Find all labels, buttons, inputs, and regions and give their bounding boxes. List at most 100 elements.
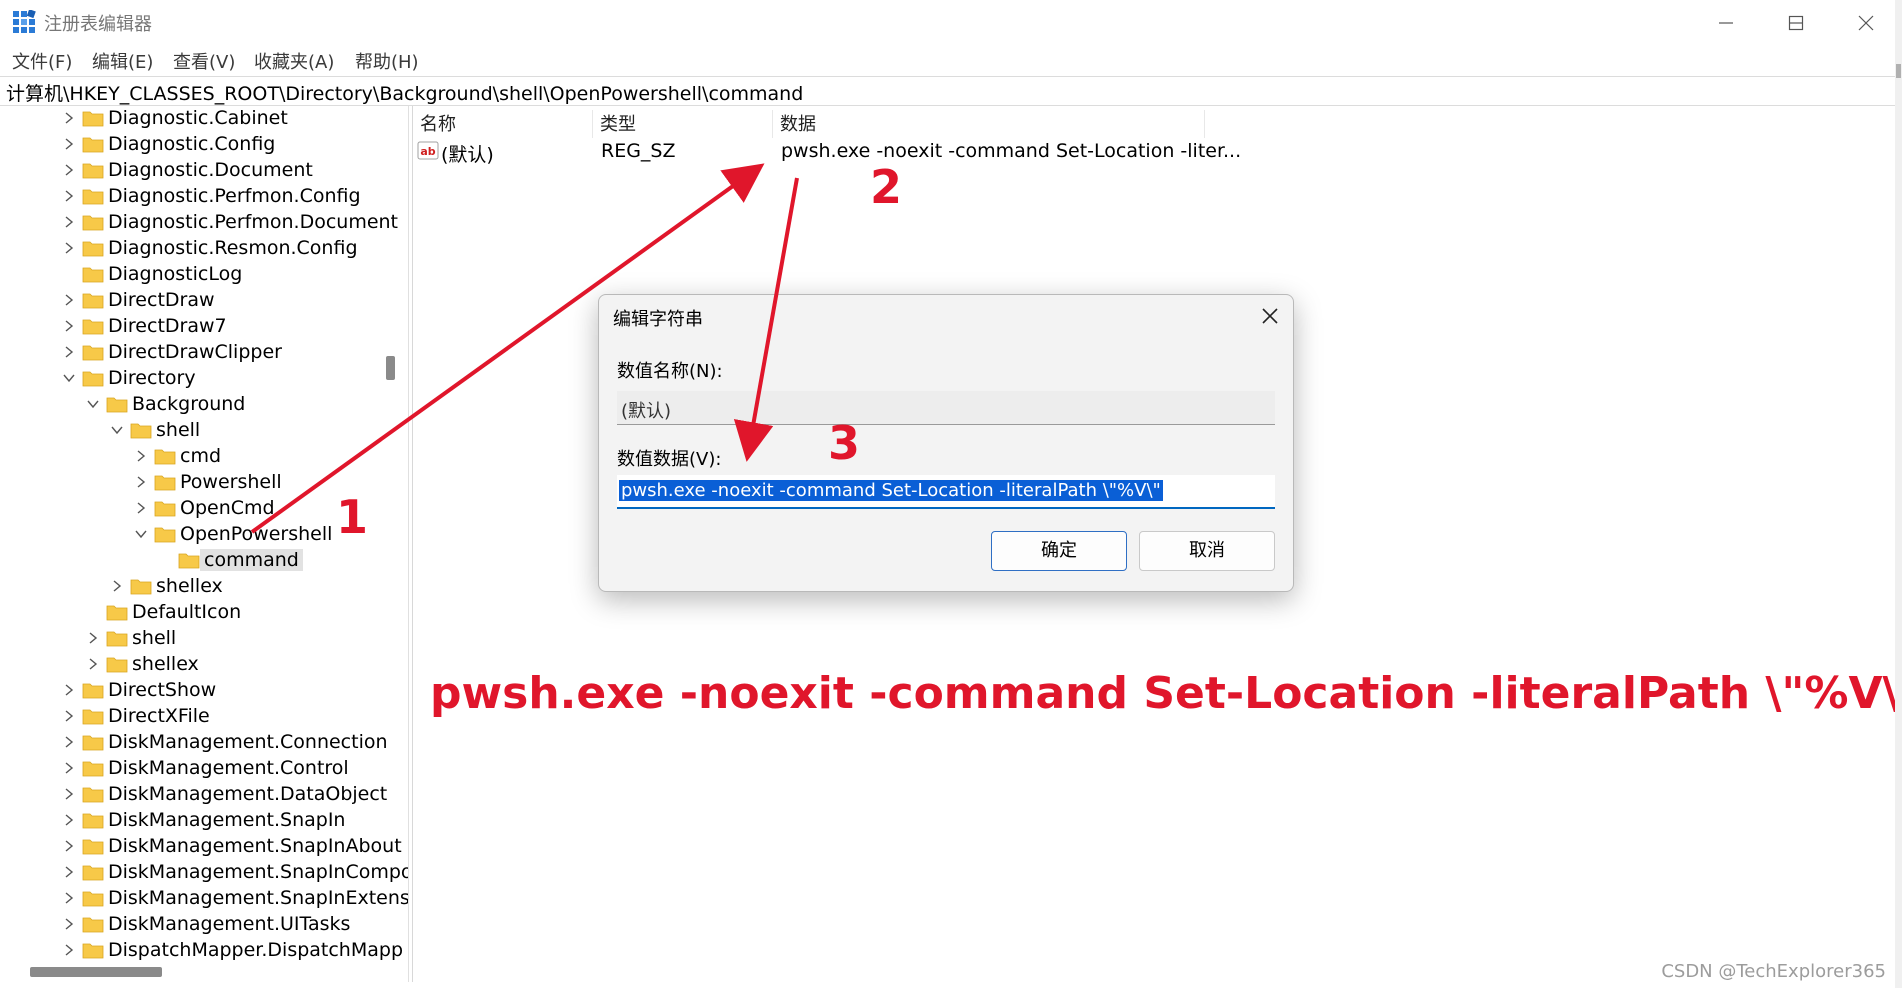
- tree-item-label[interactable]: DirectDraw7: [108, 315, 227, 337]
- chevron-right-icon[interactable]: [62, 345, 76, 359]
- tree-item[interactable]: DiskManagement.Control: [4, 756, 404, 782]
- tree-item-label[interactable]: Diagnostic.Cabinet: [108, 107, 288, 129]
- chevron-right-icon[interactable]: [62, 761, 76, 775]
- menu-help[interactable]: 帮助(H): [355, 48, 419, 74]
- tree-item-label[interactable]: DirectXFile: [108, 705, 210, 727]
- tree-item-label[interactable]: command: [200, 549, 303, 571]
- tree-item[interactable]: cmd: [4, 444, 404, 470]
- chevron-down-icon[interactable]: [62, 371, 76, 385]
- tree-item-label[interactable]: DiagnosticLog: [108, 263, 242, 285]
- chevron-right-icon[interactable]: [62, 189, 76, 203]
- tree-item[interactable]: DirectXFile: [4, 704, 404, 730]
- chevron-right-icon[interactable]: [86, 631, 100, 645]
- chevron-right-icon[interactable]: [110, 579, 124, 593]
- chevron-right-icon[interactable]: [62, 787, 76, 801]
- tree-item-label[interactable]: DirectShow: [108, 679, 216, 701]
- chevron-right-icon[interactable]: [62, 163, 76, 177]
- ok-button[interactable]: 确定: [991, 531, 1127, 571]
- tree-item-label[interactable]: Diagnostic.Document: [108, 159, 313, 181]
- column-header-data[interactable]: 数据: [773, 110, 1205, 138]
- tree-item-label[interactable]: DiskManagement.SnapInExtens: [108, 887, 408, 909]
- tree-item[interactable]: Diagnostic.Cabinet: [4, 106, 404, 132]
- tree-item-label[interactable]: DiskManagement.SnapInAbout: [108, 835, 402, 857]
- chevron-right-icon[interactable]: [62, 839, 76, 853]
- tree-item[interactable]: DiagnosticLog: [4, 262, 404, 288]
- tree-item-label[interactable]: DiskManagement.SnapIn: [108, 809, 345, 831]
- maximize-button[interactable]: [1776, 8, 1816, 38]
- chevron-down-icon[interactable]: [86, 397, 100, 411]
- chevron-right-icon[interactable]: [86, 657, 100, 671]
- menu-file[interactable]: 文件(F): [12, 48, 72, 74]
- tree-item[interactable]: Diagnostic.Resmon.Config: [4, 236, 404, 262]
- tree-item-label[interactable]: shell: [156, 419, 200, 441]
- chevron-right-icon[interactable]: [62, 943, 76, 957]
- tree-item-label[interactable]: DiskManagement.SnapInCompo: [108, 861, 408, 883]
- key-tree[interactable]: Diagnostic.Cabinet Diagnostic.Config Diagn…: [4, 106, 409, 982]
- value-data-input[interactable]: pwsh.exe -noexit -command Set-Location -…: [617, 475, 1275, 509]
- menu-view[interactable]: 查看(V): [173, 48, 235, 74]
- tree-item-label[interactable]: cmd: [180, 445, 221, 467]
- chevron-right-icon[interactable]: [62, 241, 76, 255]
- tree-item-label[interactable]: DiskManagement.Control: [108, 757, 349, 779]
- chevron-right-icon[interactable]: [62, 137, 76, 151]
- cancel-button[interactable]: 取消: [1139, 531, 1275, 571]
- tree-item[interactable]: DiskManagement.SnapIn: [4, 808, 404, 834]
- column-header-name[interactable]: 名称: [413, 110, 593, 138]
- chevron-right-icon[interactable]: [62, 215, 76, 229]
- tree-item-label[interactable]: Directory: [108, 367, 196, 389]
- dialog-close-icon[interactable]: [1259, 305, 1281, 327]
- chevron-right-icon[interactable]: [62, 111, 76, 125]
- tree-item[interactable]: DiskManagement.DataObject: [4, 782, 404, 808]
- tree-horizontal-scrollbar[interactable]: [30, 967, 162, 977]
- tree-item-label[interactable]: OpenCmd: [180, 497, 275, 519]
- tree-item[interactable]: DispatchMapper.DispatchMapp: [4, 938, 404, 964]
- tree-item-label[interactable]: DiskManagement.UITasks: [108, 913, 350, 935]
- chevron-down-icon[interactable]: [110, 423, 124, 437]
- tree-item[interactable]: Diagnostic.Config: [4, 132, 404, 158]
- value-name[interactable]: (默认): [441, 140, 494, 167]
- minimize-button-2[interactable]: [1706, 8, 1746, 38]
- column-header-type[interactable]: 类型: [593, 110, 773, 138]
- tree-item[interactable]: DiskManagement.SnapInAbout: [4, 834, 404, 860]
- tree-item[interactable]: DirectDraw7: [4, 314, 404, 340]
- tree-item-label[interactable]: Powershell: [180, 471, 282, 493]
- tree-item[interactable]: DirectShow: [4, 678, 404, 704]
- tree-item-label[interactable]: Background: [132, 393, 245, 415]
- tree-item-label[interactable]: OpenPowershell: [180, 523, 332, 545]
- chevron-right-icon[interactable]: [62, 319, 76, 333]
- tree-item-label[interactable]: shell: [132, 627, 176, 649]
- tree-item[interactable]: DirectDrawClipper: [4, 340, 404, 366]
- tree-item-label[interactable]: DiskManagement.DataObject: [108, 783, 387, 805]
- tree-item[interactable]: shellex: [4, 574, 404, 600]
- chevron-right-icon[interactable]: [62, 709, 76, 723]
- tree-item[interactable]: DiskManagement.Connection: [4, 730, 404, 756]
- tree-item-label[interactable]: Diagnostic.Perfmon.Config: [108, 185, 361, 207]
- address-path[interactable]: 计算机\HKEY_CLASSES_ROOT\Directory\Backgrou…: [6, 79, 803, 106]
- chevron-right-icon[interactable]: [62, 735, 76, 749]
- tree-vertical-scrollbar[interactable]: [386, 356, 395, 380]
- tree-item-label[interactable]: Diagnostic.Perfmon.Document: [108, 211, 398, 233]
- close-button[interactable]: [1846, 8, 1886, 38]
- tree-item-label[interactable]: shellex: [156, 575, 223, 597]
- tree-item[interactable]: Diagnostic.Perfmon.Config: [4, 184, 404, 210]
- tree-item-label[interactable]: Diagnostic.Resmon.Config: [108, 237, 358, 259]
- tree-item[interactable]: DiskManagement.UITasks: [4, 912, 404, 938]
- chevron-right-icon[interactable]: [134, 501, 148, 515]
- tree-item-label[interactable]: DiskManagement.Connection: [108, 731, 388, 753]
- value-data-text[interactable]: pwsh.exe -noexit -command Set-Location -…: [619, 480, 1163, 501]
- chevron-right-icon[interactable]: [62, 683, 76, 697]
- list-vertical-scrollbar[interactable]: [1896, 64, 1901, 78]
- tree-item[interactable]: Diagnostic.Perfmon.Document: [4, 210, 404, 236]
- tree-item[interactable]: shell: [4, 626, 404, 652]
- tree-item-label[interactable]: DefaultIcon: [132, 601, 241, 623]
- tree-item[interactable]: Diagnostic.Document: [4, 158, 404, 184]
- chevron-down-icon[interactable]: [134, 527, 148, 541]
- tree-item[interactable]: DefaultIcon: [4, 600, 404, 626]
- tree-item[interactable]: command: [4, 548, 404, 574]
- tree-item-label[interactable]: shellex: [132, 653, 199, 675]
- chevron-right-icon[interactable]: [62, 865, 76, 879]
- tree-item[interactable]: DirectDraw: [4, 288, 404, 314]
- tree-item[interactable]: DiskManagement.SnapInExtens: [4, 886, 408, 912]
- menu-favorites[interactable]: 收藏夹(A): [254, 48, 334, 74]
- tree-item-label[interactable]: DirectDraw: [108, 289, 215, 311]
